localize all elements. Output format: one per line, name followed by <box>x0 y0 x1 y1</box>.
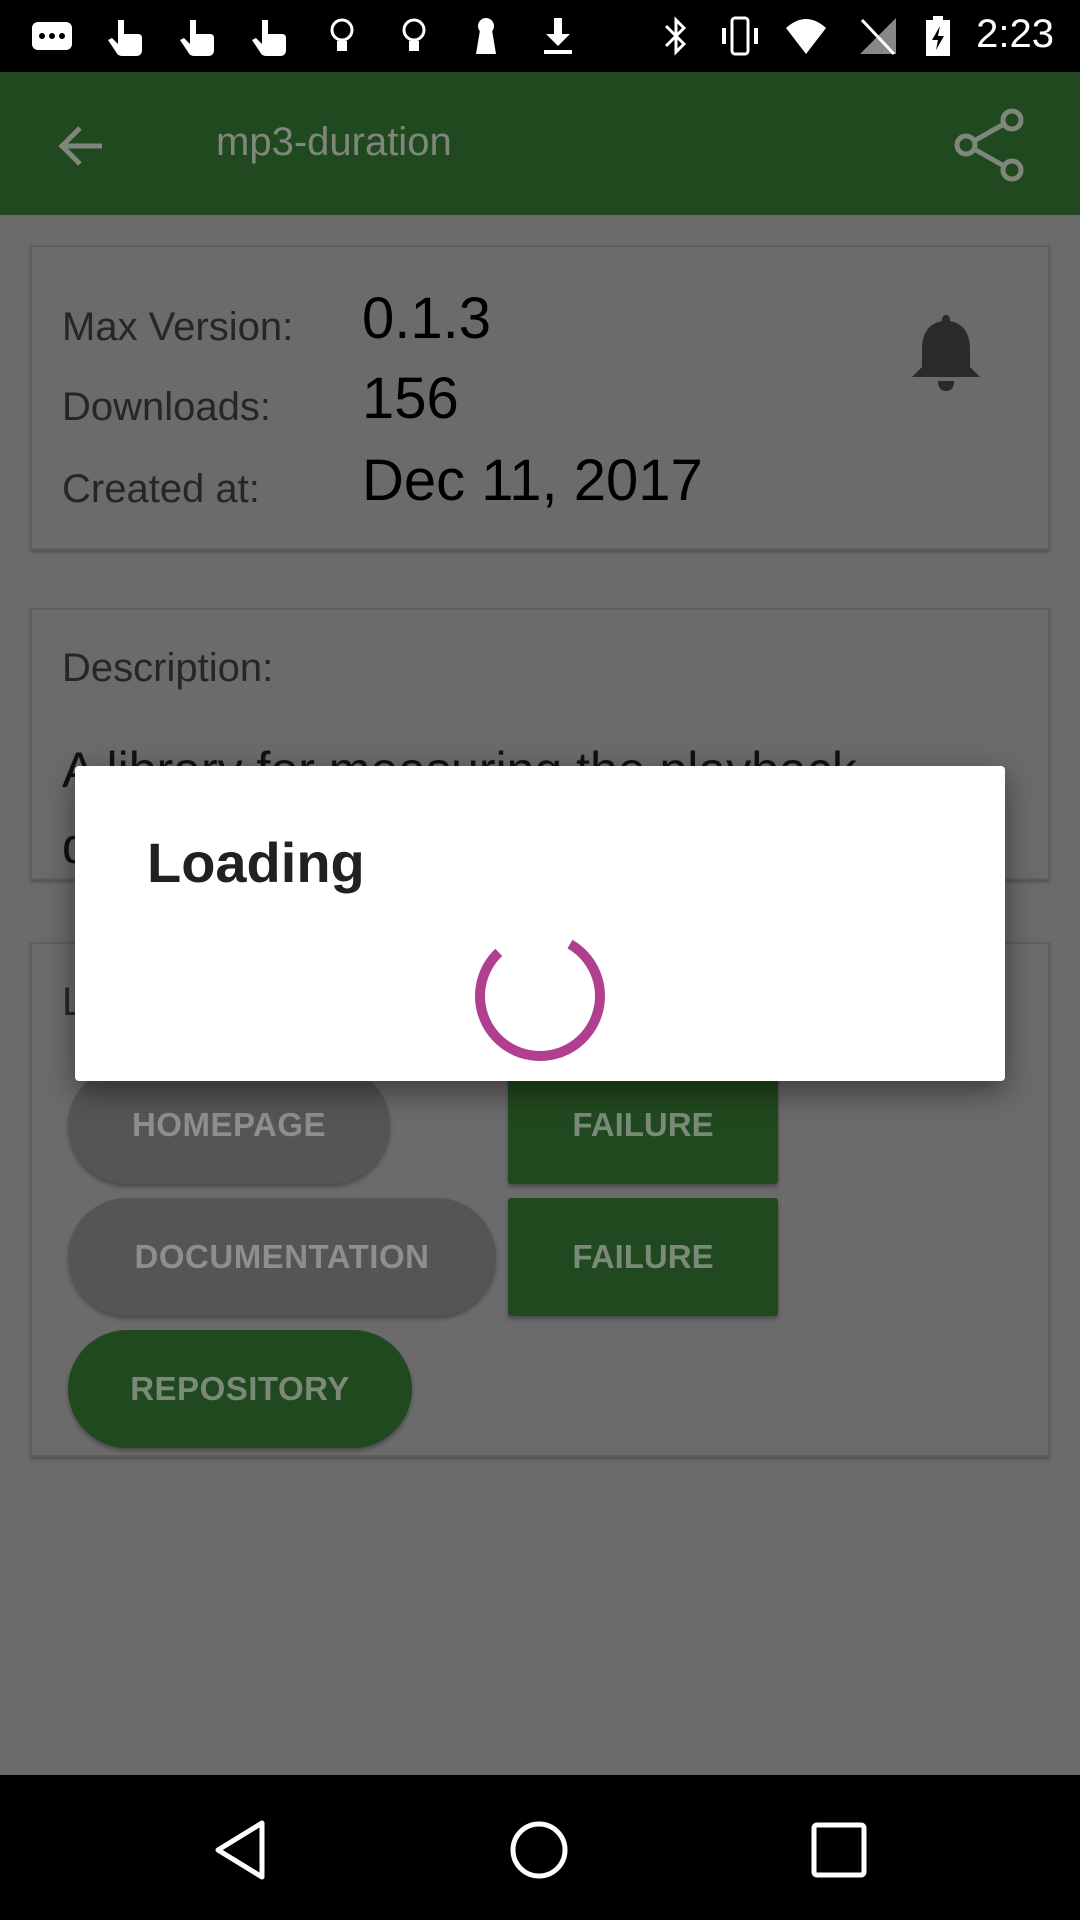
bluetooth-icon <box>664 16 687 56</box>
homepage-button[interactable]: HOMEPAGE <box>68 1066 390 1184</box>
downloads-value: 156 <box>362 366 459 431</box>
downloads-label: Downloads: <box>62 385 272 429</box>
app-bar: mp3-duration <box>0 72 1080 215</box>
navigation-bar <box>0 1775 1080 1920</box>
info-card: Max Version: 0.1.3 Downloads: 156 Create… <box>30 245 1050 550</box>
loading-dialog: Loading <box>75 766 1005 1081</box>
homepage-status-button[interactable]: FAILURE <box>508 1066 778 1184</box>
max-version-value: 0.1.3 <box>362 286 491 351</box>
nav-recents-icon[interactable] <box>806 1817 872 1883</box>
bulb-icon <box>330 18 354 51</box>
touch-icon <box>108 20 142 56</box>
share-icon[interactable] <box>952 108 1026 182</box>
documentation-status-button[interactable]: FAILURE <box>508 1198 778 1316</box>
nav-home-icon[interactable] <box>506 1817 572 1883</box>
dialog-title: Loading <box>147 831 365 894</box>
status-time: 2:23 <box>976 12 1054 56</box>
bell-icon[interactable] <box>908 311 984 393</box>
status-bar: 2:23 <box>0 0 1080 72</box>
vibrate-icon <box>722 16 758 56</box>
wifi-icon <box>786 19 826 54</box>
repository-button[interactable]: REPOSITORY <box>68 1330 412 1448</box>
touch-icon <box>180 20 214 56</box>
loading-spinner <box>475 931 605 1061</box>
description-label: Description: <box>62 646 274 690</box>
created-label: Created at: <box>62 467 260 511</box>
created-value: Dec 11, 2017 <box>362 448 703 513</box>
page-title: mp3-duration <box>216 120 452 164</box>
bulb-icon <box>402 18 426 51</box>
message-icon <box>32 22 72 50</box>
arrow-back-icon[interactable] <box>52 116 112 176</box>
keyhole-icon <box>476 18 496 54</box>
max-version-label: Max Version: <box>62 305 294 349</box>
no-signal-icon <box>860 18 896 56</box>
download-icon <box>544 18 572 54</box>
touch-icon <box>252 20 286 56</box>
nav-back-icon[interactable] <box>208 1817 274 1883</box>
documentation-button[interactable]: DOCUMENTATION <box>68 1198 496 1316</box>
battery-charging-icon <box>926 16 950 56</box>
